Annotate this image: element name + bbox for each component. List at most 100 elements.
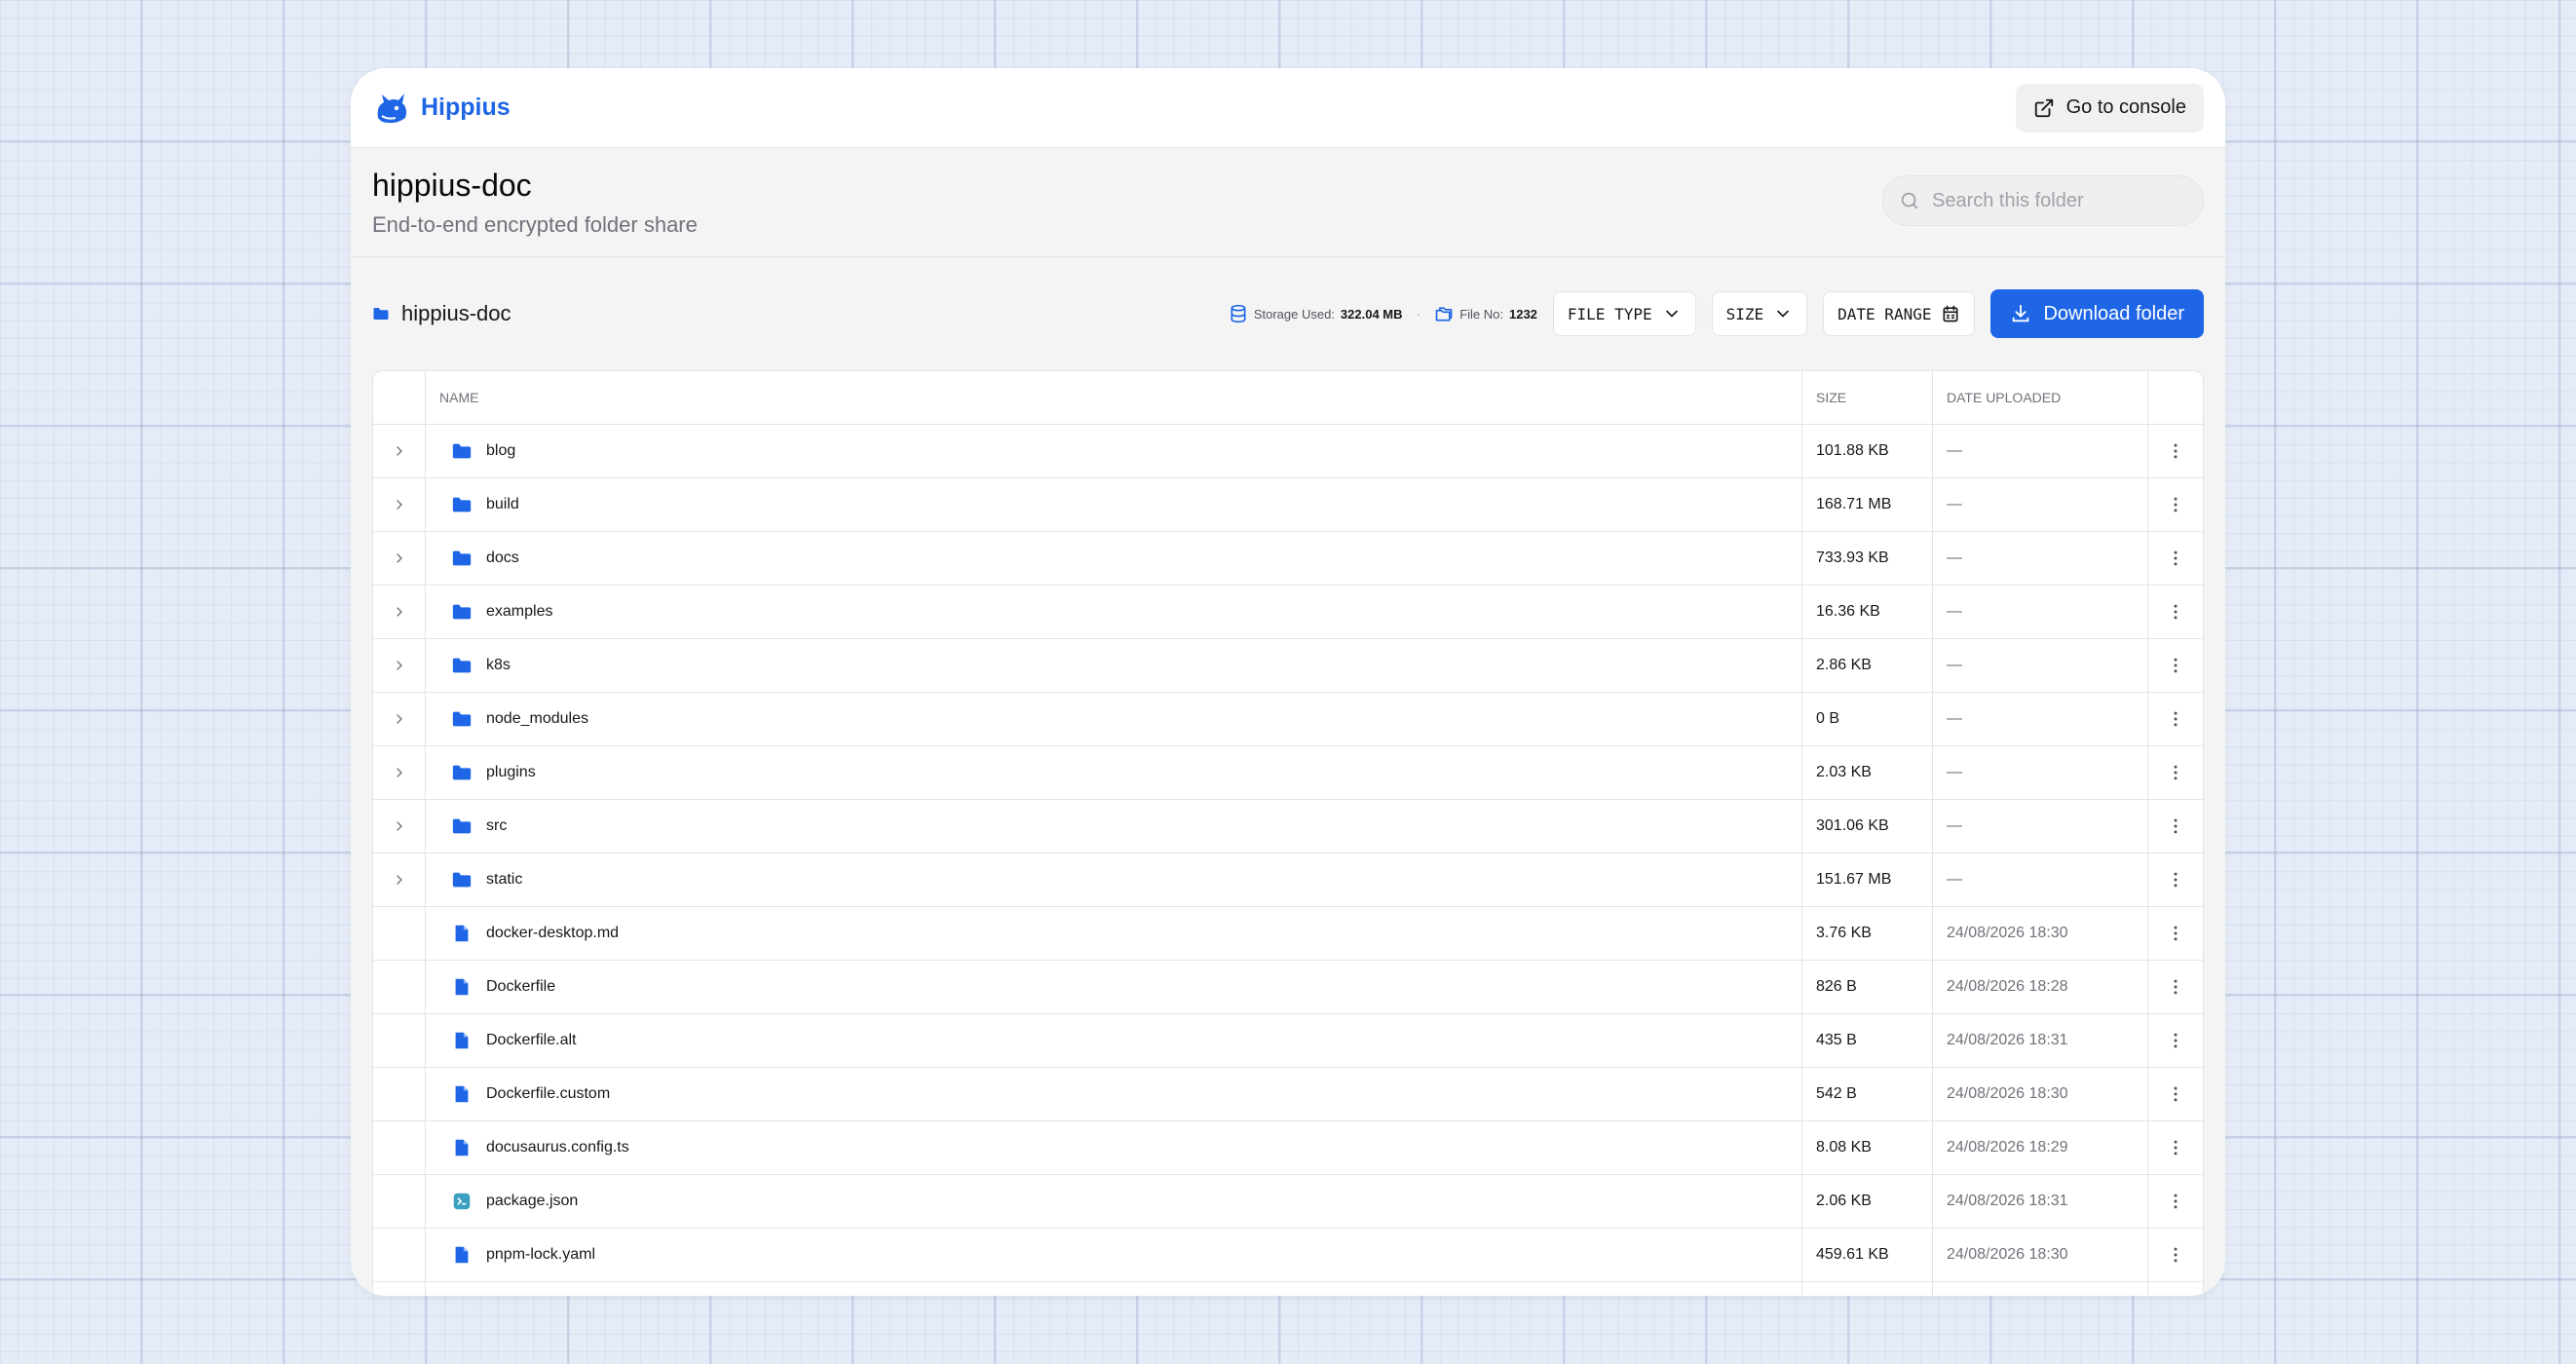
- date-column-header[interactable]: DATE UPLOADED: [1933, 371, 2148, 424]
- row-menu-button[interactable]: [2148, 425, 2203, 477]
- stat-separator: ·: [1416, 306, 1421, 322]
- row-menu-button[interactable]: [2148, 532, 2203, 585]
- name-cell[interactable]: Dockerfile.custom: [426, 1068, 1802, 1120]
- expand-toggle[interactable]: [373, 639, 426, 692]
- row-menu-button[interactable]: [2148, 639, 2203, 692]
- expand-toggle: [373, 961, 426, 1013]
- expand-toggle: [373, 1121, 426, 1174]
- name-cell[interactable]: docusaurus.config.ts: [426, 1121, 1802, 1174]
- row-menu-button[interactable]: [2148, 586, 2203, 638]
- row-menu-button[interactable]: [2148, 1175, 2203, 1228]
- name-cell[interactable]: src: [426, 800, 1802, 852]
- file-type-filter[interactable]: FILE TYPE: [1552, 291, 1696, 336]
- row-menu-button[interactable]: [2148, 693, 2203, 745]
- expand-toggle[interactable]: [373, 425, 426, 477]
- row-menu-button[interactable]: [2148, 1282, 2203, 1296]
- name-cell[interactable]: Dockerfile.alt: [426, 1014, 1802, 1067]
- folder-header: hippius-doc End-to-end encrypted folder …: [351, 148, 2225, 257]
- row-menu-button[interactable]: [2148, 1068, 2203, 1120]
- table-row[interactable]: [373, 1282, 2203, 1296]
- table-row[interactable]: Dockerfile 826 B 24/08/2026 18:28: [373, 961, 2203, 1014]
- table-row[interactable]: docusaurus.config.ts 8.08 KB 24/08/2026 18…: [373, 1121, 2203, 1175]
- share-card: Hippius Go to console hippius-doc End-to…: [351, 68, 2225, 1296]
- name-cell[interactable]: package.json: [426, 1175, 1802, 1228]
- name-cell[interactable]: k8s: [426, 639, 1802, 692]
- table-row[interactable]: plugins 2.03 KB —: [373, 746, 2203, 800]
- row-menu-button[interactable]: [2148, 746, 2203, 799]
- table-row[interactable]: src 301.06 KB —: [373, 800, 2203, 853]
- row-menu-button[interactable]: [2148, 1229, 2203, 1281]
- expand-toggle[interactable]: [373, 693, 426, 745]
- file-type-filter-label: FILE TYPE: [1567, 304, 1652, 323]
- row-menu-button[interactable]: [2148, 1014, 2203, 1067]
- table-row[interactable]: k8s 2.86 KB —: [373, 639, 2203, 693]
- table-row[interactable]: Dockerfile.custom 542 B 24/08/2026 18:30: [373, 1068, 2203, 1121]
- item-name: Dockerfile.alt: [486, 1032, 577, 1048]
- name-cell[interactable]: node_modules: [426, 693, 1802, 745]
- name-column-header[interactable]: NAME: [426, 371, 1802, 424]
- brand[interactable]: Hippius: [372, 89, 511, 128]
- expand-toggle[interactable]: [373, 478, 426, 531]
- breadcrumb[interactable]: hippius-doc: [372, 301, 511, 326]
- expand-toggle[interactable]: [373, 586, 426, 638]
- table-row[interactable]: node_modules 0 B —: [373, 693, 2203, 746]
- name-cell[interactable]: plugins: [426, 746, 1802, 799]
- expand-toggle[interactable]: [373, 800, 426, 852]
- chevron-right-icon: [396, 661, 402, 670]
- json-file-icon: [453, 1193, 471, 1210]
- name-cell[interactable]: [426, 1282, 1802, 1296]
- folder-icon: [452, 443, 472, 459]
- more-vertical-icon: [2174, 979, 2178, 995]
- name-cell[interactable]: examples: [426, 586, 1802, 638]
- size-cell: 459.61 KB: [1802, 1229, 1933, 1281]
- file-count-value: 1232: [1508, 306, 1537, 322]
- more-vertical-icon: [2174, 550, 2178, 566]
- row-menu-button[interactable]: [2148, 478, 2203, 531]
- size-cell: 435 B: [1802, 1014, 1933, 1067]
- download-folder-button[interactable]: Download folder: [1990, 289, 2204, 338]
- more-vertical-icon: [2174, 1194, 2178, 1209]
- row-menu-button[interactable]: [2148, 800, 2203, 852]
- name-cell[interactable]: pnpm-lock.yaml: [426, 1229, 1802, 1281]
- table-row[interactable]: docker-desktop.md 3.76 KB 24/08/2026 18:30: [373, 907, 2203, 961]
- size-column-header[interactable]: SIZE: [1802, 371, 1933, 424]
- row-menu-button[interactable]: [2148, 1121, 2203, 1174]
- download-folder-label: Download folder: [2043, 302, 2184, 324]
- name-cell[interactable]: build: [426, 478, 1802, 531]
- table-row[interactable]: build 168.71 MB —: [373, 478, 2203, 532]
- table-row[interactable]: package.json 2.06 KB 24/08/2026 18:31: [373, 1175, 2203, 1229]
- go-to-console-button[interactable]: Go to console: [2015, 83, 2204, 133]
- file-count-label: File No:: [1459, 306, 1503, 322]
- row-menu-button[interactable]: [2148, 961, 2203, 1013]
- table-row[interactable]: examples 16.36 KB —: [373, 586, 2203, 639]
- date-range-filter[interactable]: DATE RANGE: [1823, 291, 1976, 336]
- name-cell[interactable]: docs: [426, 532, 1802, 585]
- folder-icon: [373, 308, 389, 320]
- table-row[interactable]: docs 733.93 KB —: [373, 532, 2203, 586]
- go-to-console-label: Go to console: [2065, 96, 2186, 118]
- size-cell: 16.36 KB: [1802, 586, 1933, 638]
- table-row[interactable]: pnpm-lock.yaml 459.61 KB 24/08/2026 18:30: [373, 1229, 2203, 1282]
- name-cell[interactable]: blog: [426, 425, 1802, 477]
- row-menu-button[interactable]: [2148, 853, 2203, 906]
- date-cell: 24/08/2026 18:30: [1933, 1068, 2148, 1120]
- expand-toggle[interactable]: [373, 532, 426, 585]
- more-vertical-icon: [2174, 604, 2178, 620]
- row-menu-button[interactable]: [2148, 907, 2203, 960]
- name-cell[interactable]: Dockerfile: [426, 961, 1802, 1013]
- expand-toggle[interactable]: [373, 746, 426, 799]
- search-box[interactable]: [1882, 175, 2204, 226]
- expand-toggle[interactable]: [373, 853, 426, 906]
- expand-toggle: [373, 1175, 426, 1228]
- name-cell[interactable]: static: [426, 853, 1802, 906]
- size-filter[interactable]: SIZE: [1711, 291, 1808, 336]
- more-vertical-icon: [2174, 443, 2178, 459]
- search-input[interactable]: [1932, 189, 2166, 212]
- more-vertical-icon: [2174, 872, 2178, 888]
- table-row[interactable]: static 151.67 MB —: [373, 853, 2203, 907]
- folder-icon: [452, 711, 472, 727]
- table-row[interactable]: Dockerfile.alt 435 B 24/08/2026 18:31: [373, 1014, 2203, 1068]
- name-cell[interactable]: docker-desktop.md: [426, 907, 1802, 960]
- table-row[interactable]: blog 101.88 KB —: [373, 425, 2203, 478]
- size-cell: 826 B: [1802, 961, 1933, 1013]
